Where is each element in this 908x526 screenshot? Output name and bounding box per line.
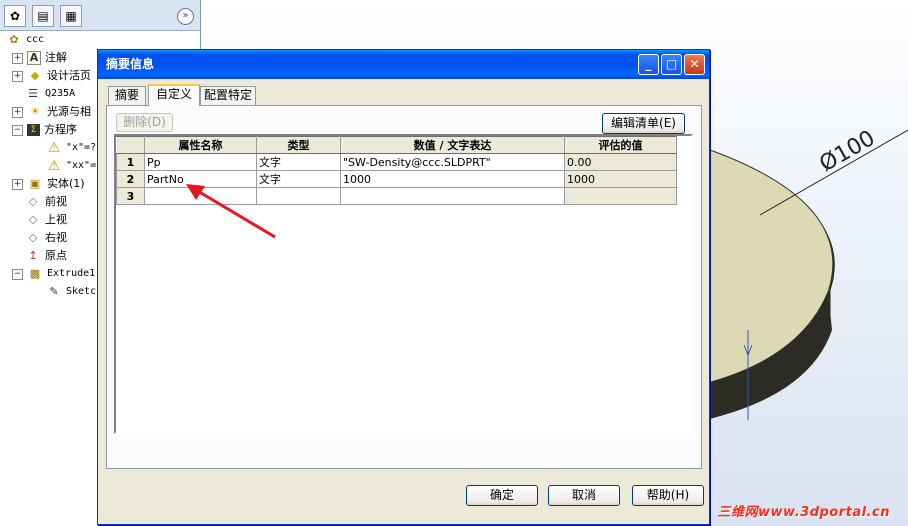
tab-custom[interactable]: 自定义 — [148, 84, 200, 106]
watermark: 三维网www.3dportal.cn — [717, 505, 890, 520]
annotation-arrow — [195, 188, 276, 239]
annotation-overlay — [186, 184, 276, 239]
